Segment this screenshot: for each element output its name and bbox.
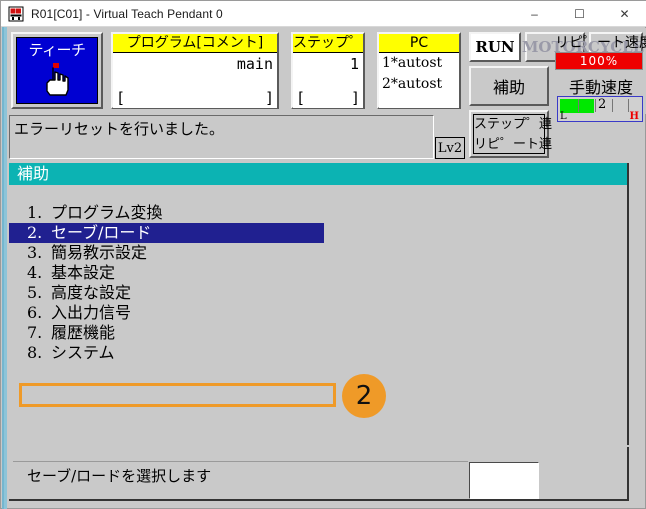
gauge-high-label: H	[629, 111, 639, 122]
status-input[interactable]	[469, 462, 539, 499]
pc-line-1: 1*autost	[382, 55, 443, 71]
program-bracket-left: [	[116, 89, 126, 107]
teach-button[interactable]: ティーチ	[11, 32, 103, 109]
status-divider	[13, 461, 468, 462]
repeat-speed-bar: 100%	[555, 52, 643, 70]
window-controls: – ☐ ✕	[512, 1, 646, 27]
step-bracket-right: ]	[350, 89, 360, 107]
menu-item-3-label: 簡易教示設定	[51, 243, 148, 262]
menu-item-4[interactable]: 4. 基本設定	[9, 263, 627, 283]
menu-item-3[interactable]: 3. 簡易教示設定	[9, 243, 627, 263]
menu-item-7-number: 7.	[27, 323, 43, 342]
program-comment-brackets: [ ]	[116, 89, 274, 107]
step-header: ステップ゜	[293, 34, 363, 53]
pc-panel[interactable]: PC 1*autost 2*autost	[377, 32, 461, 109]
level-badge: Lv2	[435, 137, 465, 159]
step-panel[interactable]: ステップ゜ 1 [ ]	[291, 32, 365, 109]
menu-item-2-label: セーブ/ロード	[51, 223, 152, 242]
repeat-speed-label: リピ゜ート速度	[555, 35, 646, 51]
menu-item-6[interactable]: 6. 入出力信号	[9, 303, 627, 323]
step-repeat-button[interactable]: ステップ゜連 リピ゜ート連	[469, 110, 553, 158]
menu-item-8-number: 8.	[27, 343, 43, 362]
step-value: 1	[349, 55, 359, 73]
left-rail-edge	[2, 27, 4, 509]
app-icon	[8, 6, 24, 22]
teach-button-label: ティーチ	[28, 41, 86, 59]
hand-pointer-icon	[42, 62, 72, 96]
menu-item-1-label: プログラム変換	[51, 203, 163, 222]
maximize-button[interactable]: ☐	[557, 1, 602, 27]
menu-item-4-label: 基本設定	[51, 263, 116, 282]
virtual-teach-pendant-window: R01[C01] - Virtual Teach Pendant 0 – ☐ ✕…	[0, 0, 646, 509]
repeat-ren-label: リピ゜ート連	[474, 137, 553, 152]
status-panel: セーブ/ロードを選択します	[9, 447, 629, 501]
teach-button-face: ティーチ	[16, 37, 98, 104]
menu-item-7-label: 履歴機能	[51, 323, 116, 342]
menu-item-5[interactable]: 5. 高度な設定	[9, 283, 627, 303]
aux-button[interactable]: 補助	[469, 66, 549, 106]
close-button[interactable]: ✕	[602, 1, 646, 27]
gauge-tick-2	[595, 99, 596, 112]
program-comment-header: プログラム[コメント]	[113, 34, 277, 53]
manual-speed-label: 手動速度	[569, 78, 634, 97]
window-title: R01[C01] - Virtual Teach Pendant 0	[31, 6, 223, 21]
menu-item-2[interactable]: 2. セーブ/ロード	[9, 223, 324, 243]
pc-header: PC	[379, 34, 459, 53]
menu-item-5-number: 5.	[27, 283, 43, 302]
menu-list: 1. プログラム変換 2. セーブ/ロード 3. 簡易教示設定 4. 基本設定 5. 高度…	[9, 203, 627, 363]
menu-item-1-number: 1.	[27, 203, 43, 222]
gauge-tick-3	[612, 99, 613, 112]
step-body: 1 [ ]	[293, 53, 363, 108]
annotation-step-badge: 2	[342, 374, 386, 418]
step-bracket-left: [	[296, 89, 306, 107]
program-bracket-right: ]	[264, 89, 274, 107]
message-text: エラーリセットを行いました。	[14, 120, 225, 138]
pc-line-2: 2*autost	[382, 76, 443, 92]
menu-item-6-number: 6.	[27, 303, 43, 322]
status-text: セーブ/ロードを選択します	[27, 467, 212, 485]
step-ren-label: ステップ゜連	[474, 117, 553, 132]
minimize-button[interactable]: –	[512, 1, 557, 27]
menu-item-2-number: 2.	[27, 223, 43, 242]
step-brackets: [ ]	[296, 89, 360, 107]
menu-item-6-label: 入出力信号	[51, 303, 132, 322]
menu-item-4-number: 4.	[27, 263, 43, 282]
program-comment-panel[interactable]: プログラム[コメント] main [ ]	[111, 32, 279, 109]
manual-speed-value: 2	[598, 97, 607, 112]
pc-body: 1*autost 2*autost	[379, 53, 459, 108]
run-button[interactable]: RUN	[469, 32, 521, 62]
content-header: 補助	[9, 163, 627, 185]
menu-item-7[interactable]: 7. 履歴機能	[9, 323, 627, 343]
gauge-low-label: L	[560, 111, 567, 122]
manual-speed-gauge[interactable]: 2 L H	[557, 96, 643, 122]
menu-item-8[interactable]: 8. システム	[9, 343, 627, 363]
title-bar: R01[C01] - Virtual Teach Pendant 0 – ☐ ✕	[1, 1, 646, 27]
step-repeat-button-face: ステップ゜連 リピ゜ート連	[473, 114, 553, 154]
top-panel-area: ティーチ プログラム[コメント] main [ ] ステップ゜ 1 [] PC…	[7, 28, 646, 158]
main-content: 補助 1. プログラム変換 2. セーブ/ロード 3. 簡易教示設定 4. 基本設定 5…	[9, 163, 629, 445]
message-bar: エラーリセットを行いました。	[9, 115, 434, 159]
program-comment-value: main	[236, 55, 273, 73]
program-comment-body: main [ ]	[113, 53, 277, 108]
menu-item-5-label: 高度な設定	[51, 283, 132, 302]
menu-item-8-label: システム	[51, 343, 115, 362]
gauge-tick-1	[578, 99, 579, 112]
menu-item-1[interactable]: 1. プログラム変換	[9, 203, 627, 223]
annotation-highlight-box	[19, 383, 336, 407]
menu-item-3-number: 3.	[27, 243, 43, 262]
